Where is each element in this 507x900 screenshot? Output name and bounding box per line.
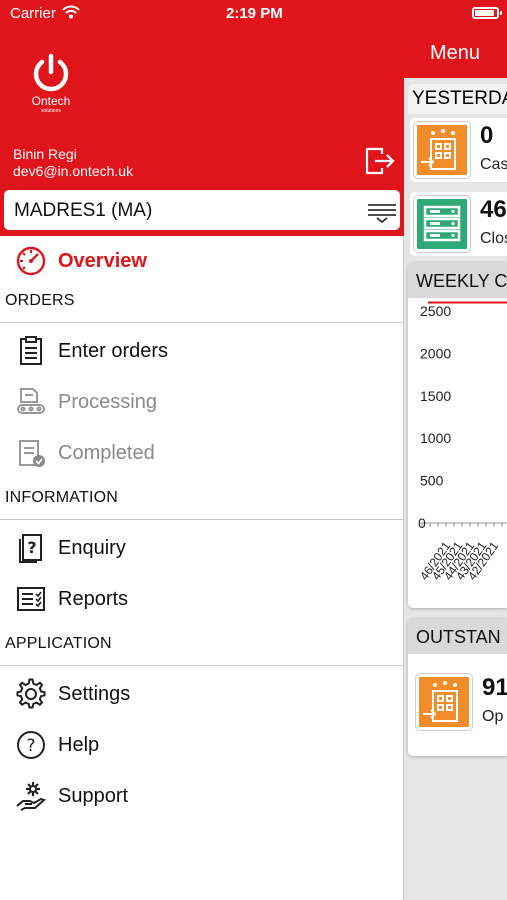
nav-support-label: Support [58,785,129,807]
branch-value: MADRES1 (MA) [14,200,153,221]
cases-stat[interactable]: 0 Cas [410,118,507,182]
nav-reports[interactable]: Reports [0,576,404,622]
main-header: Menu [404,0,507,78]
support-hand-icon [16,782,46,811]
y-tick-label: 500 [420,473,444,489]
user-email: dev6@in.ontech.uk [13,163,134,179]
report-icon [17,587,45,611]
battery-icon [472,7,502,19]
building-arrow-icon [413,121,471,179]
yesterday-title: YESTERDA [408,84,507,114]
question-document-icon: ? [19,534,42,563]
nav-enter-orders[interactable]: Enter orders [0,328,404,374]
y-tick-label: 1500 [420,388,451,404]
conveyor-icon [17,388,45,414]
drawer-header: Carrier 2:19 PM Ontech solutions Binin R… [0,0,404,236]
clipboard-list-icon [20,336,42,365]
outstanding-title: OUTSTAN [408,618,507,654]
section-orders: ORDERS [5,292,75,309]
nav-reports-label: Reports [58,588,129,610]
menu-title[interactable]: Menu [430,42,480,65]
logout-icon[interactable] [364,146,396,176]
section-information: INFORMATION [5,489,119,506]
building-arrow-icon [415,673,473,731]
nav-overview-label: Overview [58,250,147,272]
outstanding-card: OUTSTAN 91 Op [408,618,507,756]
nav-completed-label: Completed [58,442,155,464]
y-tick-label: 2000 [420,345,451,361]
nav-processing[interactable]: Processing [0,379,404,425]
divider [0,519,404,520]
server-icon [413,195,471,253]
nav-overview[interactable]: Overview [0,238,404,284]
open-value: 91 [482,674,507,701]
logo-name: Ontech [31,94,71,108]
dashboard-body: YESTERDA 0 Cas 46 Clo WEEKLY C 2500 2000… [404,78,507,900]
svg-text:?: ? [26,736,35,756]
help-icon: ? [17,731,45,759]
nav-support[interactable]: Support [0,773,404,819]
nav-settings-label: Settings [58,683,131,705]
main-screen: Menu YESTERDA 0 Cas 46 Clo WEEKLY C 2500… [404,0,507,900]
nav-processing-label: Processing [58,391,157,413]
divider [0,665,404,666]
filter-menu-icon [368,204,396,224]
nav-help-label: Help [58,734,100,756]
cases-value: 0 [480,122,494,149]
nav-enter-orders-label: Enter orders [58,340,169,362]
clipboard-check-icon [19,440,45,467]
gauge-icon [16,246,46,276]
nav-completed[interactable]: Completed [0,430,404,476]
user-name: Binin Regi [13,146,77,162]
y-tick-label: 2500 [420,303,451,319]
y-tick-label: 1000 [420,430,451,446]
divider [0,322,404,323]
nav-help[interactable]: ? Help [0,722,404,768]
wifi-icon [62,5,80,19]
nav-enquiry-label: Enquiry [58,537,126,559]
branch-selector[interactable]: MADRES1 (MA) [4,190,400,230]
svg-text:?: ? [27,538,36,557]
open-stat[interactable]: 91 Op [412,670,507,734]
side-drawer: Carrier 2:19 PM Ontech solutions Binin R… [0,0,404,900]
y-tick-label: 0 [418,515,426,531]
nav-settings[interactable]: Settings [0,671,404,717]
ontech-logo: Ontech solutions [26,52,76,122]
weekly-title: WEEKLY C [408,262,507,298]
yesterday-card: YESTERDA 0 Cas 46 Clo [408,84,507,264]
closed-value: 46 [480,196,507,223]
gear-icon [16,678,46,709]
logo-tagline: solutions [41,108,61,114]
open-label: Op [482,708,504,725]
power-icon [33,53,69,92]
weekly-card: WEEKLY C 2500 2000 1500 1000 500 0 46/2021 45/2… [408,262,507,608]
carrier-label: Carrier [10,5,56,22]
status-time: 2:19 PM [226,5,283,22]
weekly-chart: 2500200015001000500046/202145/202144/202… [417,301,507,583]
closed-label: Clos [480,230,507,247]
nav-enquiry[interactable]: ? Enquiry [0,525,404,571]
closed-stat[interactable]: 46 Clos [410,192,507,256]
cases-label: Cas [480,156,507,173]
section-application: APPLICATION [5,635,112,652]
